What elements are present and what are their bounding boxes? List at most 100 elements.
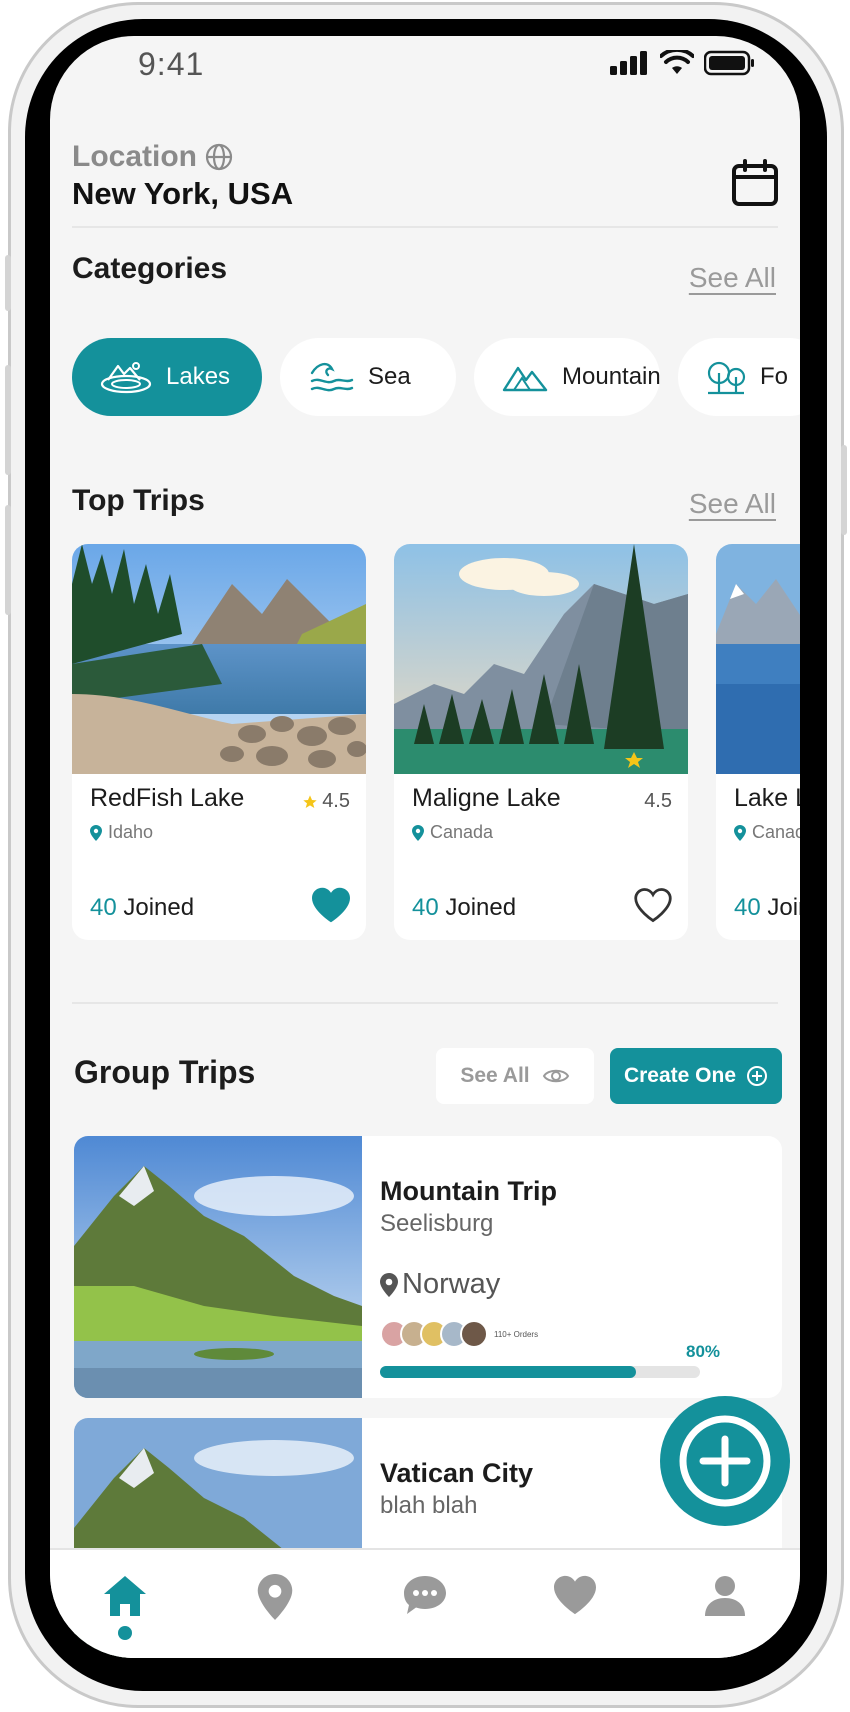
section-divider: [72, 1002, 778, 1004]
trip-rating-value: 4.5: [644, 790, 672, 812]
category-label: Mountain: [562, 363, 661, 390]
trip-name: Lake L: [734, 784, 800, 812]
location-pin-icon: [412, 824, 424, 841]
trip-image: [394, 544, 688, 774]
category-label: Sea: [368, 363, 411, 390]
star-icon: [303, 794, 317, 808]
group-trip-name: Vatican City: [380, 1458, 534, 1488]
active-indicator-dot: [118, 1626, 132, 1640]
nav-favorites[interactable]: [535, 1574, 615, 1616]
plus-circle-icon: [679, 1415, 771, 1507]
calendar-button[interactable]: [730, 158, 780, 208]
see-all-button-label: See All: [460, 1064, 530, 1087]
progress-percentage: 80%: [686, 1342, 721, 1361]
group-trips-title: Group Trips: [74, 1054, 256, 1090]
trip-rating-value: 4.5: [322, 790, 350, 812]
trip-joined-count: 40: [90, 894, 117, 921]
create-group-trip-button[interactable]: Create One: [610, 1048, 782, 1104]
mountain-icon: [502, 366, 548, 392]
trip-name: RedFish Lake: [90, 784, 245, 812]
group-trip-subtitle: blah blah: [380, 1492, 478, 1519]
category-chip-lakes[interactable]: Lakes: [72, 338, 262, 416]
trip-joined-label: Joined: [123, 894, 195, 921]
category-chip-forest[interactable]: Fo: [678, 338, 800, 416]
favorite-button[interactable]: [310, 886, 352, 929]
category-list: Lakes Sea Mountain Fo: [72, 338, 800, 416]
side-button: [841, 445, 847, 535]
trip-card-redfish-lake[interactable]: RedFish Lake 4.5 Idaho 40 Joined: [72, 544, 366, 940]
progress-bar-fill: [380, 1366, 636, 1378]
category-label: Fo: [760, 363, 789, 390]
status-icons: [610, 50, 756, 76]
trip-card-maligne-lake[interactable]: Maligne Lake 4.5 Canada 40 Joined: [394, 544, 688, 940]
trip-joined-label: Joined: [767, 894, 800, 921]
group-trip-subtitle: Seelisburg: [380, 1210, 494, 1237]
group-trip-country: Norway: [380, 1268, 500, 1301]
trip-place: Canada: [734, 822, 800, 843]
trip-joined-count: 40: [412, 894, 439, 921]
categories-see-all-link[interactable]: See All: [689, 262, 776, 294]
nav-profile[interactable]: [685, 1574, 765, 1618]
group-trip-image: [74, 1136, 362, 1398]
location-value[interactable]: New York, USA: [72, 176, 293, 212]
top-trips-list: RedFish Lake 4.5 Idaho 40 Joined Maligne…: [72, 544, 800, 940]
trip-rating: 4.5: [644, 790, 672, 813]
group-trip-name: Mountain Trip: [380, 1176, 557, 1206]
heart-filled-icon: [312, 887, 350, 923]
category-label: Lakes: [166, 363, 231, 390]
trip-image: [716, 544, 800, 774]
side-button: [5, 255, 11, 311]
avatar: [460, 1320, 488, 1348]
trip-image: [72, 544, 366, 774]
header-divider: [72, 226, 778, 228]
progress-bar: [380, 1366, 700, 1378]
side-button: [5, 505, 11, 615]
chat-icon: [404, 1576, 446, 1614]
trip-place: Canada: [412, 822, 493, 843]
categories-title: Categories: [72, 252, 228, 285]
side-button: [5, 365, 11, 475]
trip-place-text: Canada: [752, 822, 800, 842]
participants-avatars[interactable]: 110+ Orders: [380, 1320, 538, 1348]
favorite-button[interactable]: [632, 886, 674, 929]
location-pin-icon: [90, 824, 102, 841]
trip-joined: 40 Joined: [90, 894, 194, 922]
trip-joined-count: 40: [734, 894, 761, 921]
trip-rating: 4.5: [302, 790, 350, 813]
app-screen: 9:41 Location New York, USA Categories S…: [50, 36, 800, 1658]
cellular-signal-icon: [610, 51, 647, 75]
location-label: Location: [72, 140, 233, 174]
bottom-navigation: [50, 1548, 800, 1658]
forest-icon: [707, 361, 746, 395]
home-icon: [104, 1576, 146, 1616]
location-label-text: Location: [72, 140, 197, 173]
nav-location[interactable]: [235, 1574, 315, 1620]
plus-circle-icon: [747, 1066, 768, 1086]
profile-icon: [705, 1576, 745, 1616]
trip-place: Idaho: [90, 822, 153, 843]
create-button-label: Create One: [623, 1064, 737, 1087]
nav-home[interactable]: [85, 1574, 165, 1640]
trip-name: Maligne Lake: [412, 784, 561, 812]
trip-card-lake[interactable]: Lake L Canada 40 Joined: [716, 544, 800, 940]
add-fab-button[interactable]: [660, 1396, 790, 1526]
top-trips-see-all-link[interactable]: See All: [689, 488, 776, 520]
group-trip-card-mountain-trip[interactable]: Mountain Trip Seelisburg Norway 110+ Ord…: [74, 1136, 782, 1398]
trip-joined-label: Joined: [445, 894, 517, 921]
location-pin-icon: [380, 1272, 398, 1297]
heart-outline-icon: [634, 888, 672, 923]
lake-icon: [100, 362, 152, 394]
category-chip-mountain[interactable]: Mountain: [474, 338, 661, 416]
status-time: 9:41: [138, 46, 205, 82]
location-pin-icon: [257, 1574, 293, 1620]
calendar-icon: [732, 159, 778, 206]
battery-icon: [704, 50, 754, 76]
top-trips-title: Top Trips: [72, 484, 205, 517]
category-chip-sea[interactable]: Sea: [280, 338, 456, 416]
group-trips-see-all-button[interactable]: See All: [436, 1048, 594, 1104]
wave-icon: [310, 362, 354, 392]
heart-icon: [554, 1575, 596, 1615]
location-pin-icon: [734, 824, 746, 841]
trip-place-text: Idaho: [108, 822, 154, 842]
nav-chat[interactable]: [385, 1574, 465, 1616]
